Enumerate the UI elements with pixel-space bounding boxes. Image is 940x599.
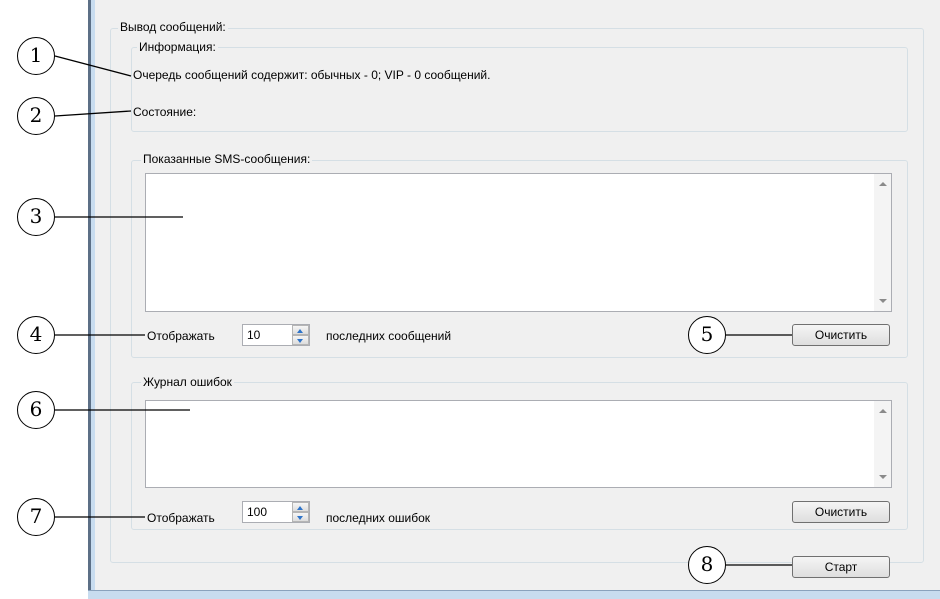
callout-1: 1 [17, 37, 55, 75]
callout-leader-lines [54, 55, 792, 566]
callout-4: 4 [17, 316, 55, 354]
leader-line-1 [54, 55, 132, 77]
callout-2: 2 [17, 97, 55, 135]
callout-5: 5 [688, 316, 726, 354]
callout-8: 8 [688, 546, 726, 584]
callout-7: 7 [17, 498, 55, 536]
callout-6: 6 [17, 391, 55, 429]
leader-line-2 [54, 110, 132, 117]
callout-3: 3 [17, 198, 55, 236]
